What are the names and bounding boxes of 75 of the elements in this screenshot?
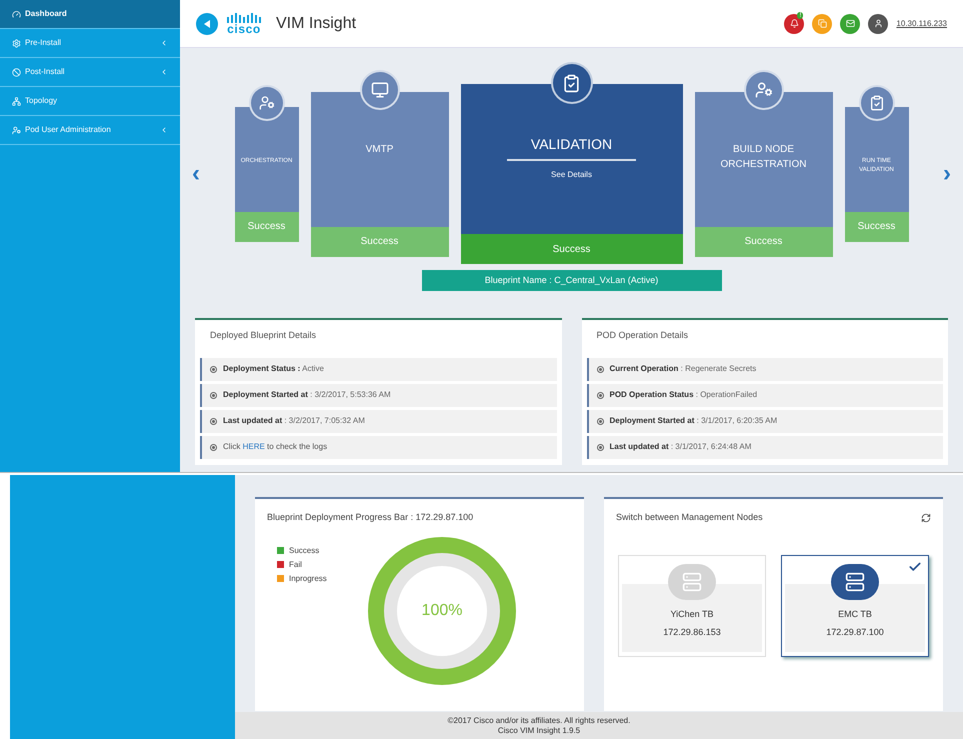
detail-text: Last updated at : 3/1/2017, 6:24:48 AM <box>610 441 752 453</box>
see-details-link[interactable]: See Details <box>551 169 592 181</box>
legend-label: Fail <box>289 558 302 570</box>
card-title: Blueprint Deployment Progress Bar : 172.29.87.100 <box>267 511 474 524</box>
stage-card[interactable]: VALIDATION See Details <box>460 84 682 234</box>
card-title: POD Operation Details <box>596 329 690 342</box>
ip-link[interactable]: 10.30.116.233 <box>896 18 947 30</box>
copy-icon <box>818 19 827 28</box>
detail-text: Last updated at : 3/2/2017, 7:05:32 AM <box>223 415 365 427</box>
progress-reading: 100% <box>422 603 462 619</box>
logo-text: cisco <box>227 22 261 34</box>
stage-status: Success <box>844 212 908 242</box>
stage-icon <box>248 84 284 120</box>
stage-status: Success <box>310 226 448 256</box>
legend-label: Success <box>289 544 320 556</box>
card-title: Switch between Management Nodes <box>616 511 763 524</box>
copy-button[interactable] <box>812 14 832 34</box>
stage-card[interactable]: BUILD NODE ORCHESTRATION <box>694 92 832 226</box>
node-card[interactable]: YiChen TB 172.29.86.153 <box>618 554 766 656</box>
mail-icon <box>846 19 855 28</box>
detail-text: Deployment Status : Active <box>223 363 324 375</box>
detail-text: Deployment Started at : 3/2/2017, 5:53:36 AM <box>223 389 391 401</box>
detail-text: Click HERE to check the logs <box>223 441 328 453</box>
stage-status: Success <box>460 234 682 264</box>
legend-label: Inprogress <box>289 572 327 584</box>
card-title: Deployed Blueprint Details <box>209 329 318 342</box>
node-name: YiChen TB <box>670 608 714 621</box>
blueprint-banner: Blueprint Name : C_Central_VxLan (Active) <box>422 270 722 291</box>
bullet-icon <box>596 366 604 372</box>
check-icon <box>908 560 922 574</box>
copyright-text: ©2017 Cisco and/or its affiliates. All rights reserved. <box>448 716 630 726</box>
menu-icon <box>12 68 21 76</box>
bullet-icon <box>210 444 217 450</box>
version-text: Cisco VIM Insight 1.9.5 <box>498 726 580 736</box>
bullet-icon <box>596 418 604 424</box>
user-icon <box>874 19 883 28</box>
previous-button[interactable]: ‹ <box>192 156 200 192</box>
detail-text: Current Operation : Regenerate Secrets <box>610 363 756 375</box>
logo-bars-icon <box>226 12 262 22</box>
next-button[interactable]: › <box>943 156 951 192</box>
menu-icon <box>12 126 21 134</box>
stage-name: VALIDATION <box>506 134 636 161</box>
menu-icon <box>12 10 21 18</box>
bell-icon <box>790 19 799 28</box>
node-ip: 172.29.87.100 <box>826 626 884 638</box>
stage-icon <box>550 62 592 104</box>
menu-icon <box>12 96 21 106</box>
back-button[interactable] <box>196 12 218 34</box>
stage-name: VMTP <box>364 142 394 156</box>
stage-icon <box>744 70 784 110</box>
app-title: VIM Insight <box>276 14 356 34</box>
bullet-icon <box>596 392 604 398</box>
stage-name: BUILD NODE ORCHESTRATION <box>720 142 808 172</box>
mail-button[interactable] <box>840 14 860 34</box>
bullet-icon <box>596 444 604 450</box>
stage-card[interactable]: VMTP <box>310 92 448 226</box>
bullet-icon <box>210 366 217 372</box>
user-button[interactable] <box>868 14 888 34</box>
server-icon <box>831 564 879 600</box>
sidebar-item[interactable]: Dashboard <box>0 0 180 29</box>
detail-text: POD Operation Status : OperationFailed <box>610 389 758 401</box>
logs-link[interactable]: HERE <box>242 442 265 451</box>
menu-icon <box>12 38 21 48</box>
node-card[interactable]: EMC TB 172.29.87.100 <box>781 554 929 656</box>
bullet-icon <box>210 418 217 424</box>
node-ip: 172.29.86.153 <box>663 626 721 638</box>
stage-status: Success <box>694 226 832 256</box>
refresh-icon[interactable] <box>921 512 931 523</box>
stage-status: Success <box>234 212 298 242</box>
detail-text: Deployment Started at : 3/1/2017, 6:20:35 AM <box>610 415 778 427</box>
bullet-icon <box>210 392 217 398</box>
stage-icon <box>360 70 400 110</box>
stage-icon <box>858 84 894 120</box>
node-name: EMC TB <box>838 608 872 621</box>
server-icon <box>668 564 716 600</box>
